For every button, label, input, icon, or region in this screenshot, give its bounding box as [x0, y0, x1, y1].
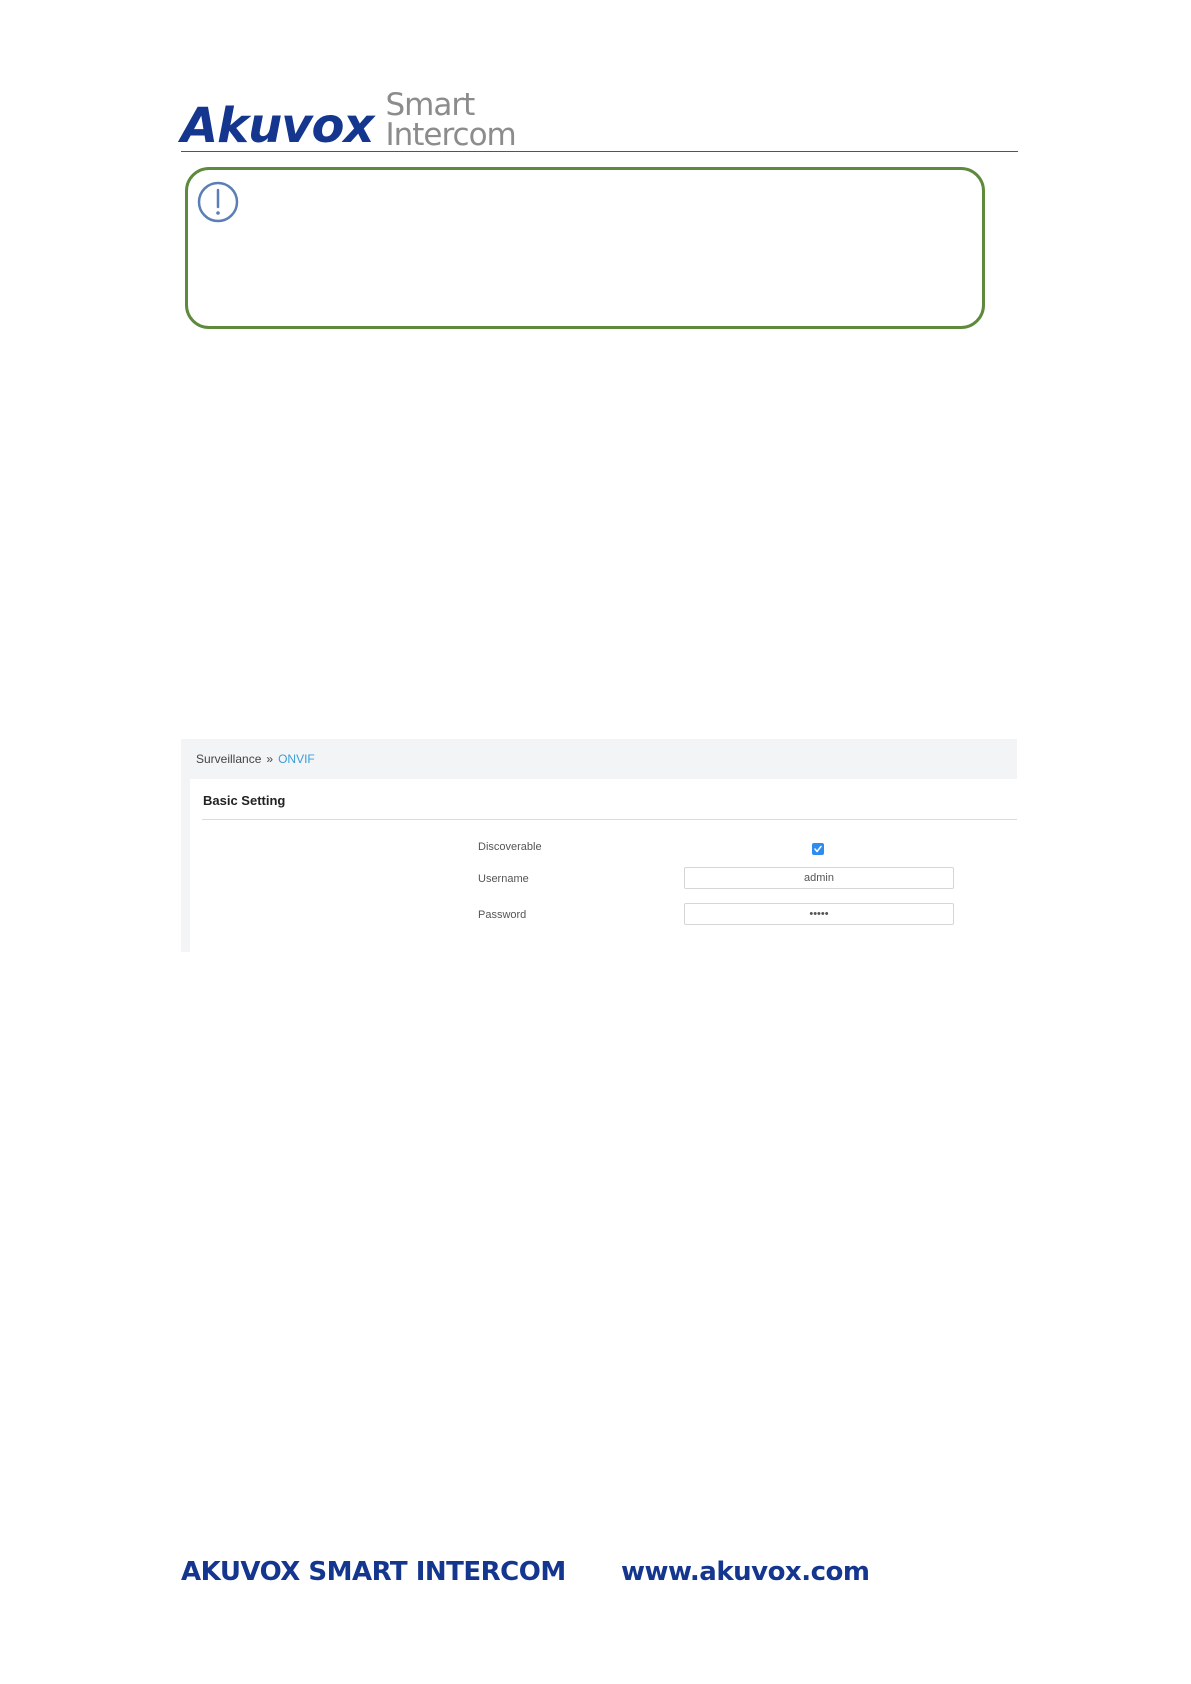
breadcrumb: Surveillance » ONVIF	[196, 752, 315, 766]
note-box	[185, 167, 985, 329]
password-label: Password	[478, 909, 527, 921]
username-input[interactable]: admin	[684, 867, 954, 889]
logo-tagline-line2: Intercom	[385, 117, 516, 153]
breadcrumb-current: ONVIF	[278, 752, 315, 766]
logo-wordmark: Akuvox	[181, 98, 374, 154]
check-icon	[814, 845, 822, 853]
panel-divider	[202, 819, 1017, 820]
panel-title: Basic Setting	[203, 793, 286, 808]
company-logo: Akuvox Smart Intercom	[181, 84, 517, 154]
logo-tagline-line1: Smart	[385, 87, 475, 123]
breadcrumb-parent[interactable]: Surveillance	[196, 752, 261, 766]
discoverable-checkbox[interactable]	[812, 843, 824, 855]
onvif-settings-screenshot: Surveillance » ONVIF Basic Setting Disco…	[181, 739, 1017, 952]
header-divider	[181, 151, 1018, 152]
logo-tagline: Smart Intercom	[385, 87, 516, 153]
basic-setting-panel: Basic Setting Discoverable Username admi…	[190, 779, 1017, 952]
footer-website[interactable]: www.akuvox.com	[621, 1557, 870, 1587]
password-input[interactable]: •••••	[684, 903, 954, 925]
footer-company: AKUVOX SMART INTERCOM	[181, 1557, 566, 1587]
username-label: Username	[478, 873, 529, 885]
breadcrumb-separator: »	[266, 752, 274, 766]
exclamation-circle-icon	[197, 181, 239, 223]
discoverable-label: Discoverable	[478, 841, 542, 853]
